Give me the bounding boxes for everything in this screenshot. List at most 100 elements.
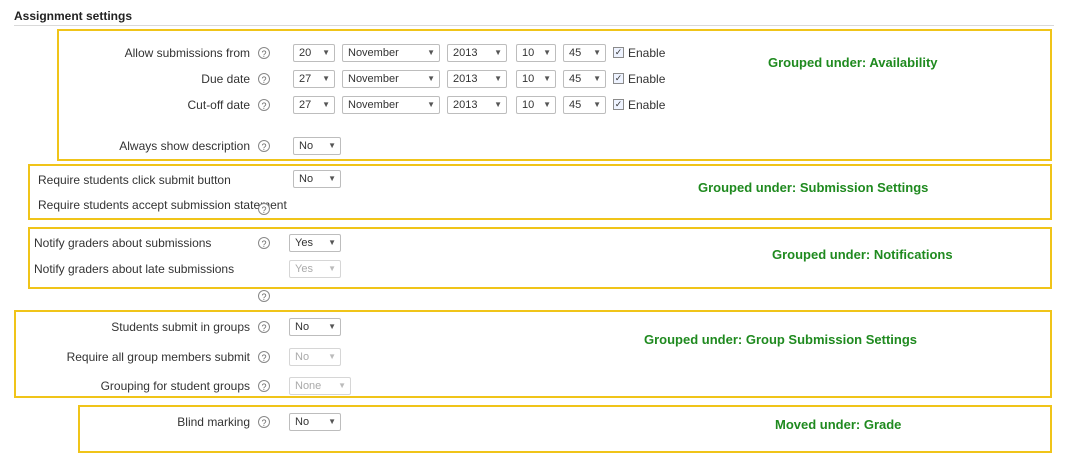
select-value: 45 xyxy=(569,99,582,111)
chevron-down-icon: ▼ xyxy=(427,48,435,57)
help-icon[interactable]: ? xyxy=(258,290,270,302)
help-icon[interactable]: ? xyxy=(258,380,270,392)
help-icon[interactable]: ? xyxy=(258,203,270,215)
select-value: 27 xyxy=(299,73,312,85)
students-submit-groups-select[interactable]: No ▼ xyxy=(289,318,341,336)
allow-submissions-minute-select[interactable]: 45 ▼ xyxy=(563,44,606,62)
submission-settings-group-label: Grouped under: Submission Settings xyxy=(698,180,929,195)
chevron-down-icon: ▼ xyxy=(328,417,336,426)
notify-graders-select[interactable]: Yes ▼ xyxy=(289,234,341,252)
help-icon[interactable]: ? xyxy=(258,321,270,333)
help-icon[interactable]: ? xyxy=(258,99,270,111)
students-submit-groups-label: Students submit in groups xyxy=(111,320,250,334)
help-icon[interactable]: ? xyxy=(258,140,270,152)
due-date-minute-select[interactable]: 45 ▼ xyxy=(563,70,606,88)
help-icon[interactable]: ? xyxy=(258,237,270,249)
chevron-down-icon: ▼ xyxy=(543,74,551,83)
select-value: 10 xyxy=(522,73,535,85)
due-date-label: Due date xyxy=(201,72,250,86)
allow-submissions-enable-checkbox[interactable]: ✓ xyxy=(613,47,624,58)
select-value: 45 xyxy=(569,47,582,59)
allow-submissions-year-select[interactable]: 2013 ▼ xyxy=(447,44,507,62)
cut-off-date-month-select[interactable]: November ▼ xyxy=(342,96,440,114)
enable-label: Enable xyxy=(628,72,666,86)
chevron-down-icon: ▼ xyxy=(328,352,336,361)
notify-late-select[interactable]: Yes ▼ xyxy=(289,260,341,278)
chevron-down-icon: ▼ xyxy=(328,238,336,247)
enable-label: Enable xyxy=(628,98,666,112)
notify-late-label: Notify graders about late submissions xyxy=(34,262,235,276)
chevron-down-icon: ▼ xyxy=(494,74,502,83)
select-value: Yes xyxy=(295,237,313,249)
blind-marking-select[interactable]: No ▼ xyxy=(289,413,341,431)
chevron-down-icon: ▼ xyxy=(543,48,551,57)
chevron-down-icon: ▼ xyxy=(322,48,330,57)
chevron-down-icon: ▼ xyxy=(328,174,336,183)
cut-off-date-enable-checkbox[interactable]: ✓ xyxy=(613,99,624,110)
require-click-submit-label: Require students click submit button xyxy=(38,173,231,187)
select-value: No xyxy=(295,321,310,333)
cut-off-date-minute-select[interactable]: 45 ▼ xyxy=(563,96,606,114)
chevron-down-icon: ▼ xyxy=(593,74,601,83)
require-all-members-select[interactable]: No ▼ xyxy=(289,348,341,366)
help-icon[interactable]: ? xyxy=(258,47,270,59)
select-value: November xyxy=(348,99,399,111)
select-value: 27 xyxy=(299,99,312,111)
due-date-hour-select[interactable]: 10 ▼ xyxy=(516,70,556,88)
chevron-down-icon: ▼ xyxy=(427,100,435,109)
select-value: No xyxy=(295,351,310,363)
select-value: Yes xyxy=(295,263,313,275)
always-show-description-label: Always show description xyxy=(119,139,250,153)
select-value: None xyxy=(295,380,322,392)
grade-highlight-box xyxy=(78,405,1052,453)
enable-label: Enable xyxy=(628,46,666,60)
chevron-down-icon: ▼ xyxy=(593,48,601,57)
notify-graders-label: Notify graders about submissions xyxy=(34,236,212,250)
due-date-enable-checkbox[interactable]: ✓ xyxy=(613,73,624,84)
availability-group-label: Grouped under: Availability xyxy=(768,55,938,70)
help-icon[interactable]: ? xyxy=(258,416,270,428)
chevron-down-icon: ▼ xyxy=(593,100,601,109)
select-value: 10 xyxy=(522,47,535,59)
group-submission-group-label: Grouped under: Group Submission Settings xyxy=(644,332,918,347)
chevron-down-icon: ▼ xyxy=(338,381,346,390)
select-value: No xyxy=(299,140,314,152)
select-value: 10 xyxy=(522,99,535,111)
cut-off-date-year-select[interactable]: 2013 ▼ xyxy=(447,96,507,114)
always-show-description-select[interactable]: No ▼ xyxy=(293,137,341,155)
notifications-group-label: Grouped under: Notifications xyxy=(772,247,953,262)
select-value: November xyxy=(348,47,399,59)
due-date-month-select[interactable]: November ▼ xyxy=(342,70,440,88)
cut-off-date-hour-select[interactable]: 10 ▼ xyxy=(516,96,556,114)
chevron-down-icon: ▼ xyxy=(543,100,551,109)
help-icon[interactable]: ? xyxy=(258,73,270,85)
select-value: November xyxy=(348,73,399,85)
allow-submissions-from-label: Allow submissions from xyxy=(124,46,250,60)
chevron-down-icon: ▼ xyxy=(328,322,336,331)
due-date-year-select[interactable]: 2013 ▼ xyxy=(447,70,507,88)
select-value: 45 xyxy=(569,73,582,85)
select-value: 2013 xyxy=(453,73,478,85)
require-accept-statement-label: Require students accept submission state… xyxy=(38,198,287,212)
allow-submissions-month-select[interactable]: November ▼ xyxy=(342,44,440,62)
allow-submissions-day-select[interactable]: 20 ▼ xyxy=(293,44,335,62)
blind-marking-label: Blind marking xyxy=(177,415,250,429)
allow-submissions-hour-select[interactable]: 10 ▼ xyxy=(516,44,556,62)
chevron-down-icon: ▼ xyxy=(328,264,336,273)
chevron-down-icon: ▼ xyxy=(322,74,330,83)
require-click-submit-select[interactable]: No ▼ xyxy=(293,170,341,188)
help-icon[interactable]: ? xyxy=(258,351,270,363)
grade-group-label: Moved under: Grade xyxy=(775,417,902,432)
require-all-members-label: Require all group members submit xyxy=(66,350,250,364)
due-date-day-select[interactable]: 27 ▼ xyxy=(293,70,335,88)
cut-off-date-day-select[interactable]: 27 ▼ xyxy=(293,96,335,114)
chevron-down-icon: ▼ xyxy=(494,100,502,109)
grouping-select[interactable]: None ▼ xyxy=(289,377,351,395)
section-title: Assignment settings xyxy=(14,9,133,23)
chevron-down-icon: ▼ xyxy=(328,141,336,150)
chevron-down-icon: ▼ xyxy=(322,100,330,109)
select-value: 20 xyxy=(299,47,312,59)
select-value: 2013 xyxy=(453,47,478,59)
section-divider xyxy=(14,25,1054,26)
select-value: No xyxy=(299,173,314,185)
